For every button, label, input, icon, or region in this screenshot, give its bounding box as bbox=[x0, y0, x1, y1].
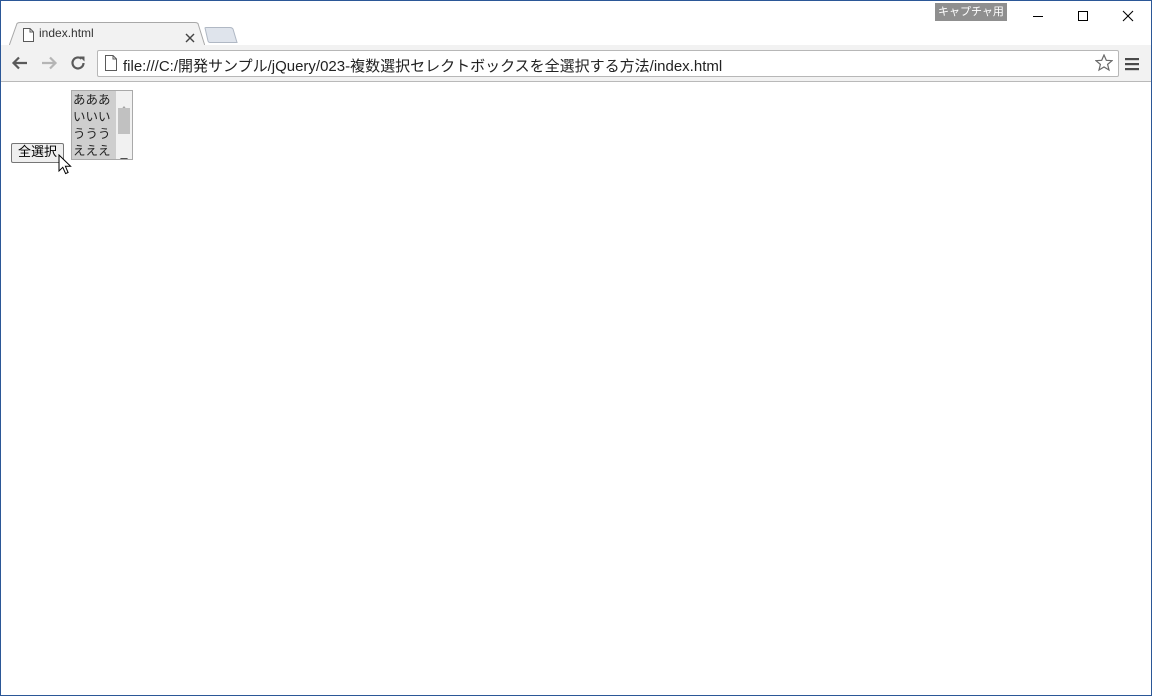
browser-window: キャプチャ用 index.html file:///C:/開発サンプル/jQue… bbox=[0, 0, 1152, 696]
tab-title: index.html bbox=[39, 26, 94, 40]
address-bar[interactable]: file:///C:/開発サンプル/jQuery/023-複数選択セレクトボック… bbox=[97, 50, 1119, 77]
close-icon bbox=[1122, 10, 1134, 22]
listbox-option[interactable]: いいい bbox=[72, 108, 116, 125]
maximize-icon bbox=[1078, 11, 1088, 21]
maximize-button[interactable] bbox=[1060, 1, 1106, 31]
url-text: file:///C:/開発サンプル/jQuery/023-複数選択セレクトボック… bbox=[123, 58, 723, 75]
minimize-button[interactable] bbox=[1015, 1, 1061, 31]
star-icon[interactable] bbox=[1094, 53, 1114, 76]
title-bar: キャプチャ用 index.html bbox=[1, 1, 1151, 46]
browser-toolbar: file:///C:/開発サンプル/jQuery/023-複数選択セレクトボック… bbox=[1, 45, 1151, 82]
page-content: 全選択 あああ いいい ううう えええ bbox=[1, 82, 1151, 695]
back-arrow-icon[interactable] bbox=[11, 54, 29, 72]
forward-arrow-icon[interactable] bbox=[40, 54, 58, 72]
listbox-options: あああ いいい ううう えええ bbox=[72, 91, 116, 159]
scroll-thumb[interactable] bbox=[118, 108, 130, 134]
listbox-option[interactable]: あああ bbox=[72, 91, 116, 108]
reload-icon[interactable] bbox=[69, 54, 87, 72]
multi-select-listbox[interactable]: あああ いいい ううう えええ bbox=[71, 90, 133, 160]
select-all-button[interactable]: 全選択 bbox=[11, 143, 65, 163]
capture-badge: キャプチャ用 bbox=[935, 3, 1007, 21]
minimize-icon bbox=[1033, 16, 1043, 17]
listbox-scrollbar[interactable] bbox=[116, 91, 132, 159]
scroll-down-icon[interactable] bbox=[120, 148, 128, 159]
hamburger-icon[interactable] bbox=[1125, 56, 1139, 75]
page-icon bbox=[23, 27, 34, 46]
new-tab-button[interactable] bbox=[204, 27, 238, 43]
tab-index-html[interactable]: index.html bbox=[9, 22, 205, 46]
close-window-button[interactable] bbox=[1105, 1, 1151, 31]
page-icon bbox=[105, 55, 117, 75]
listbox-option[interactable]: えええ bbox=[72, 142, 116, 159]
listbox-option[interactable]: ううう bbox=[72, 125, 116, 142]
mouse-cursor-icon bbox=[58, 154, 72, 175]
